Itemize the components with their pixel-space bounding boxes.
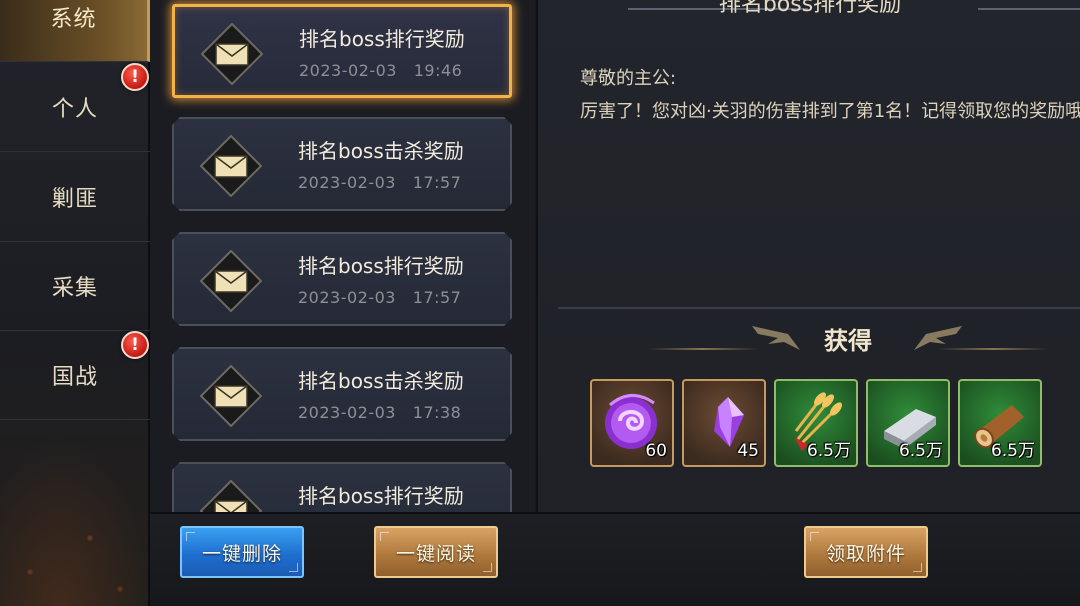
tab-label: 剿匪 [51, 186, 98, 212]
category-sidebar: 系统 个人 剿匪 采集 国战 ! ! [0, 0, 150, 606]
notification-badge-personal: ! [121, 63, 149, 91]
mail-date: 2023-02-03 [298, 403, 396, 422]
reward-count: 45 [737, 441, 759, 461]
notification-badge-national-war: ! [121, 331, 149, 359]
mail-item[interactable]: 排名boss击杀奖励 2023-02-03 17:38 [172, 347, 512, 441]
mail-clock: 17:38 [412, 403, 462, 422]
mail-title: 排名boss击杀奖励 [298, 369, 464, 393]
mail-title: 排名boss击杀奖励 [298, 139, 464, 163]
mail-title: 排名boss排行奖励 [299, 27, 465, 51]
reward-label: 获得 [824, 327, 872, 355]
reward-slot[interactable]: 6.5万 [866, 379, 950, 467]
mail-body: 厉害了！您对凶·关羽的伤害排到了第1名！记得领取您的奖励哦。 [580, 101, 1080, 122]
bottom-action-bar: 一键删除 一键阅读 领取附件 [150, 512, 1080, 606]
reward-count: 6.5万 [806, 441, 851, 461]
mail-clock: 17:57 [412, 173, 462, 192]
reward-slot[interactable]: 6.5万 [774, 379, 858, 467]
mail-timestamp: 2023-02-03 17:38 [298, 403, 461, 422]
mail-item[interactable]: 排名boss排行奖励 2023-02-03 17:57 [172, 232, 512, 326]
mail-clock: 19:46 [413, 61, 463, 80]
mail-date: 2023-02-03 [299, 61, 397, 80]
divider [558, 307, 1080, 309]
envelope-icon [201, 23, 263, 85]
delete-all-button[interactable]: 一键删除 [180, 526, 304, 578]
wing-ornament-right-icon [914, 326, 962, 350]
mail-detail-title: 排名boss排行奖励 [718, 0, 902, 17]
tab-label: 采集 [51, 275, 98, 301]
reward-count: 6.5万 [898, 441, 943, 461]
ember-decoration [0, 436, 150, 606]
envelope-icon [200, 365, 262, 427]
mail-item[interactable]: 排名boss排行奖励 [172, 462, 512, 512]
mail-list[interactable]: 排名boss排行奖励 2023-02-03 19:46 排名boss击杀奖励 2… [150, 0, 535, 512]
mail-timestamp: 2023-02-03 19:46 [299, 61, 462, 80]
mail-date: 2023-02-03 [298, 173, 396, 192]
tab-bandits[interactable]: 剿匪 [0, 152, 150, 242]
tab-label: 系统 [50, 6, 97, 32]
mail-clock: 17:57 [412, 288, 462, 307]
reward-count: 6.5万 [990, 441, 1035, 461]
tab-label: 个人 [51, 96, 98, 122]
mail-item[interactable]: 排名boss击杀奖励 2023-02-03 17:57 [172, 117, 512, 211]
reward-header: 获得 [538, 318, 1080, 358]
mail-greeting: 尊敬的主公: [580, 68, 677, 89]
reward-slot[interactable]: 45 [682, 379, 766, 467]
tab-gathering[interactable]: 采集 [0, 241, 150, 331]
envelope-icon [200, 480, 262, 512]
mail-detail-panel: 排名boss排行奖励 尊敬的主公: 厉害了！您对凶·关羽的伤害排到了第1名！记得… [536, 0, 1080, 512]
reward-slot[interactable]: 60 [590, 379, 674, 467]
reward-line-left [648, 348, 758, 350]
mail-timestamp: 2023-02-03 17:57 [298, 173, 461, 192]
mail-timestamp: 2023-02-03 17:57 [298, 288, 461, 307]
mail-item-selected[interactable]: 排名boss排行奖励 2023-02-03 19:46 [172, 4, 512, 98]
claim-attachments-button[interactable]: 领取附件 [804, 526, 928, 578]
read-all-button[interactable]: 一键阅读 [374, 526, 498, 578]
mail-title: 排名boss排行奖励 [298, 254, 464, 278]
tab-system[interactable]: 系统 [0, 0, 150, 62]
tab-label: 国战 [51, 364, 98, 390]
mail-date: 2023-02-03 [298, 288, 396, 307]
envelope-icon [200, 135, 262, 197]
envelope-icon [200, 250, 262, 312]
mail-title: 排名boss排行奖励 [298, 484, 464, 508]
reward-count: 60 [645, 441, 667, 461]
reward-slot[interactable]: 6.5万 [958, 379, 1042, 467]
